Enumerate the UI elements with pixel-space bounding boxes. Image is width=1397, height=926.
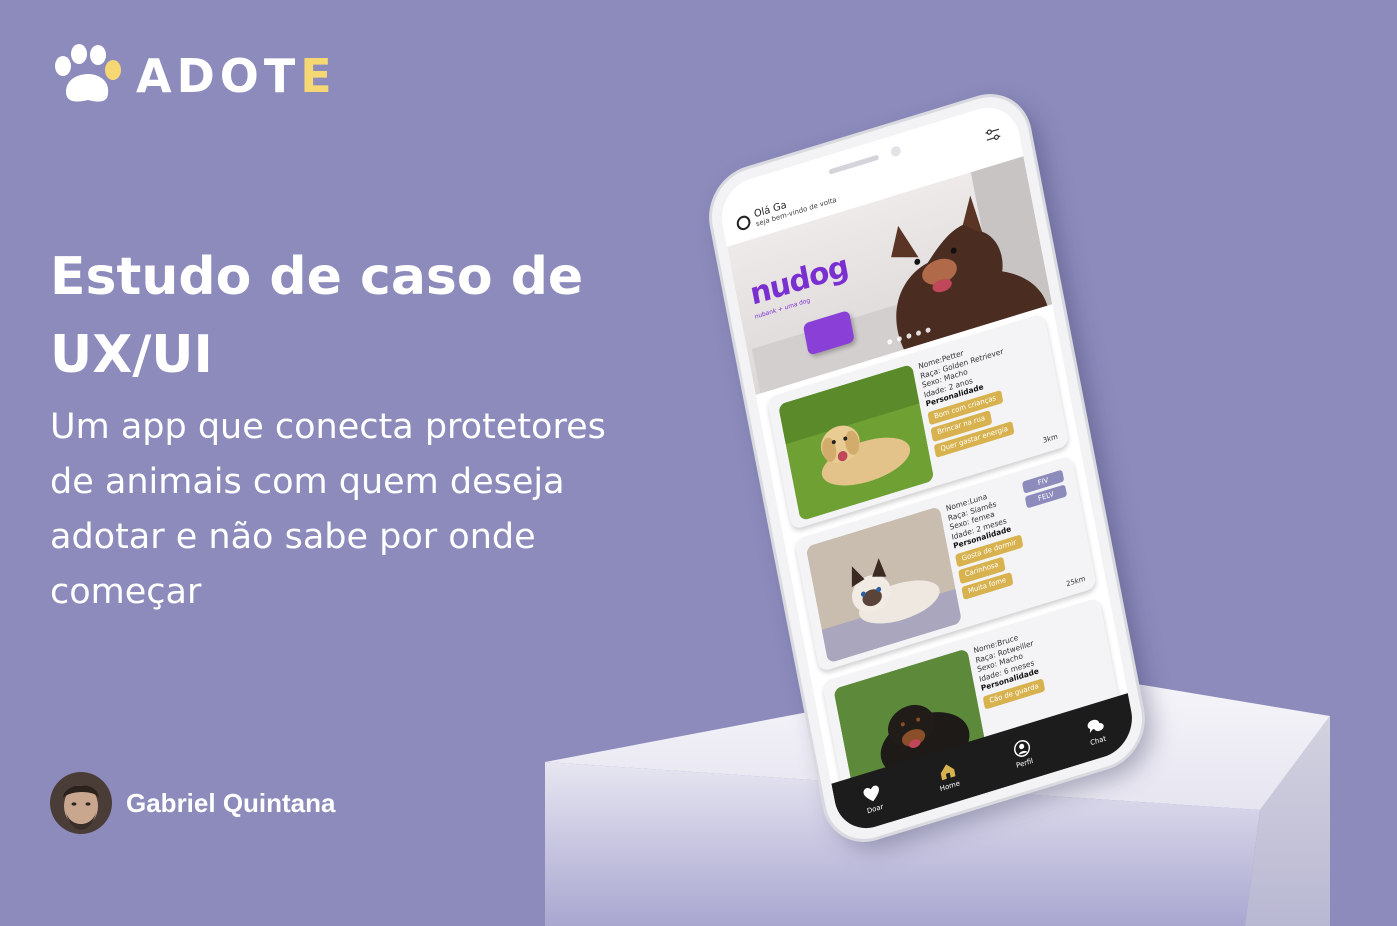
filter-icon[interactable]: [984, 126, 1002, 144]
pet-photo: [805, 506, 963, 664]
tab-perfil[interactable]: Perfil: [1011, 737, 1034, 770]
pet-info: Nome:Bruce Raça: Rotweiller Sexo: Macho …: [973, 609, 1108, 710]
tab-doar[interactable]: Doar: [862, 783, 885, 816]
tab-home[interactable]: Home: [935, 759, 961, 793]
pedestal: [545, 668, 1330, 926]
pet-distance: 25km: [1065, 574, 1087, 589]
pet-info: Nome:Petter Raça: Golden Retriever Sexo:…: [918, 325, 1059, 458]
pet-distance: 3km: [1042, 432, 1059, 445]
pet-photo: [777, 363, 935, 522]
speaker: [828, 154, 880, 175]
tab-chat[interactable]: Chat: [1085, 715, 1108, 748]
front-camera: [890, 144, 902, 158]
